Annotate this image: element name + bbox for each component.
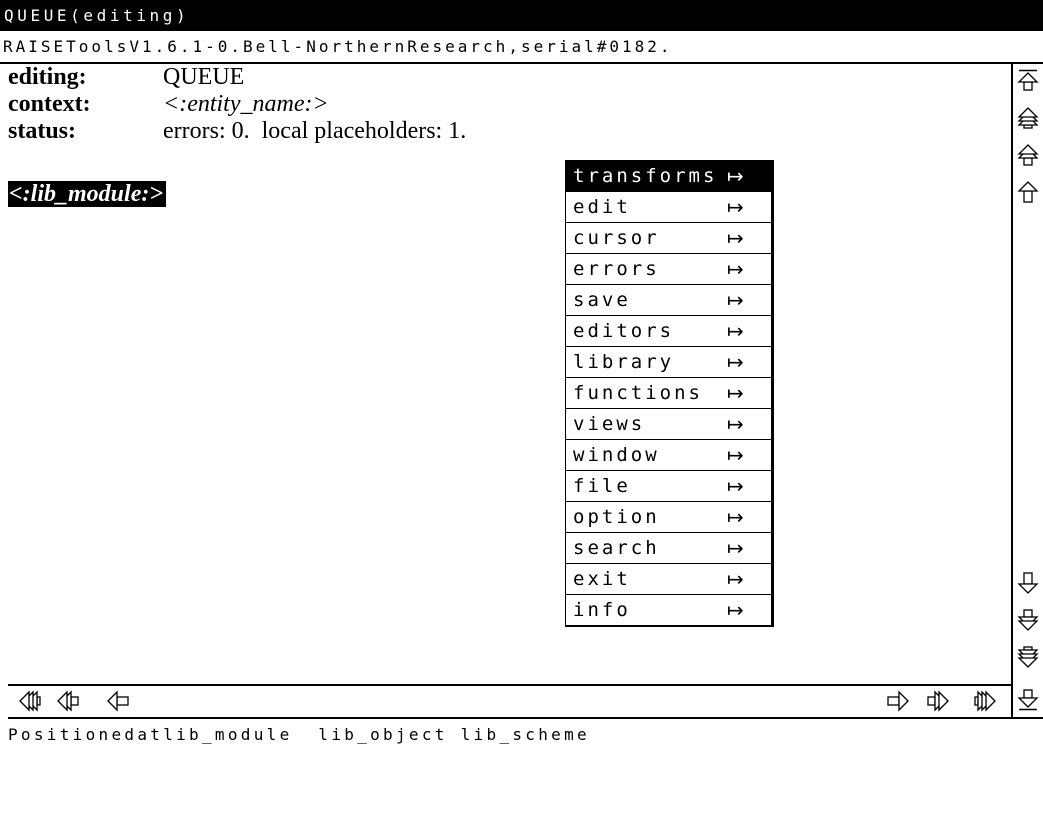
menu-item-label: save bbox=[573, 289, 631, 311]
submenu-arrow-icon: ↦ bbox=[727, 412, 744, 436]
submenu-arrow-icon: ↦ bbox=[727, 319, 744, 343]
menu-item-window[interactable]: window ↦ bbox=[566, 440, 771, 471]
menu-item-label: transforms bbox=[573, 165, 718, 187]
menu-item-label: cursor bbox=[573, 227, 660, 249]
submenu-arrow-icon: ↦ bbox=[727, 598, 744, 622]
menu-item-label: editors bbox=[573, 320, 675, 342]
menu-item-transforms[interactable]: transforms ↦ bbox=[566, 161, 771, 192]
submenu-arrow-icon: ↦ bbox=[727, 567, 744, 591]
menu-item-label: edit bbox=[573, 196, 631, 218]
triple-left-arrow-icon[interactable] bbox=[19, 690, 41, 712]
submenu-arrow-icon: ↦ bbox=[727, 381, 744, 405]
menu-item-exit[interactable]: exit ↦ bbox=[566, 564, 771, 595]
double-down-arrow-icon[interactable] bbox=[1017, 609, 1039, 631]
menu-item-label: errors bbox=[573, 258, 660, 280]
window-title-bar[interactable]: QUEUE(editing) bbox=[0, 0, 1043, 31]
message-pane: Positionedatlib_module lib_object lib_sc… bbox=[8, 719, 1043, 834]
menu-item-search[interactable]: search ↦ bbox=[566, 533, 771, 564]
menu-item-cursor[interactable]: cursor ↦ bbox=[566, 223, 771, 254]
submenu-arrow-icon: ↦ bbox=[727, 350, 744, 374]
submenu-arrow-icon: ↦ bbox=[727, 226, 744, 250]
editor-pane[interactable]: editing: QUEUE context: <:entity_name:> … bbox=[8, 64, 1011, 684]
submenu-arrow-icon: ↦ bbox=[727, 257, 744, 281]
down-arrow-icon[interactable] bbox=[1017, 572, 1039, 594]
triple-down-arrow-icon[interactable] bbox=[1017, 646, 1039, 668]
editing-row: editing: QUEUE bbox=[8, 64, 708, 91]
message-text: Positionedatlib_module lib_object lib_sc… bbox=[8, 725, 590, 744]
submenu-arrow-icon: ↦ bbox=[727, 195, 744, 219]
triple-right-arrow-icon[interactable] bbox=[974, 690, 996, 712]
window-title: QUEUE(editing) bbox=[4, 6, 190, 25]
menu-item-label: search bbox=[573, 537, 660, 559]
version-text: RAISEToolsV1.6.1-0.Bell-NorthernResearch… bbox=[3, 37, 673, 56]
menu-item-label: option bbox=[573, 506, 660, 528]
menu-item-file[interactable]: file ↦ bbox=[566, 471, 771, 502]
submenu-arrow-icon: ↦ bbox=[727, 443, 744, 467]
horizontal-scrollbar[interactable] bbox=[8, 684, 1011, 717]
context-label: context: bbox=[8, 91, 91, 117]
up-arrow-icon[interactable] bbox=[1017, 181, 1039, 203]
status-label: status: bbox=[8, 118, 77, 144]
submenu-arrow-icon: ↦ bbox=[727, 505, 744, 529]
scroll-to-top-icon[interactable] bbox=[1017, 69, 1039, 91]
version-banner: RAISEToolsV1.6.1-0.Bell-NorthernResearch… bbox=[0, 31, 1043, 64]
vertical-scrollbar[interactable] bbox=[1011, 64, 1043, 717]
status-value: errors: 0. local placeholders: 1. bbox=[163, 118, 467, 144]
menu-item-functions[interactable]: functions ↦ bbox=[566, 378, 771, 409]
lib-module-placeholder[interactable]: <:lib_module:> bbox=[8, 181, 167, 207]
submenu-arrow-icon: ↦ bbox=[727, 536, 744, 560]
editing-value: QUEUE bbox=[163, 64, 245, 90]
menu-item-label: functions bbox=[573, 382, 703, 404]
double-right-arrow-icon[interactable] bbox=[927, 690, 949, 712]
menu-item-option[interactable]: option ↦ bbox=[566, 502, 771, 533]
menu-item-editors[interactable]: editors ↦ bbox=[566, 316, 771, 347]
scroll-to-bottom-icon[interactable] bbox=[1017, 689, 1039, 711]
submenu-arrow-icon: ↦ bbox=[727, 474, 744, 498]
menu-item-errors[interactable]: errors ↦ bbox=[566, 254, 771, 285]
menu-item-library[interactable]: library ↦ bbox=[566, 347, 771, 378]
triple-up-arrow-icon[interactable] bbox=[1017, 107, 1039, 129]
menu-item-label: window bbox=[573, 444, 660, 466]
menu-item-edit[interactable]: edit ↦ bbox=[566, 192, 771, 223]
double-left-arrow-icon[interactable] bbox=[57, 690, 79, 712]
editing-label: editing: bbox=[8, 64, 87, 90]
context-value: <:entity_name:> bbox=[163, 91, 329, 117]
submenu-arrow-icon: ↦ bbox=[727, 288, 744, 312]
command-menu: transforms ↦ edit ↦ cursor ↦ errors ↦ save ↦ … bbox=[565, 160, 774, 627]
context-row: context: <:entity_name:> bbox=[8, 91, 708, 118]
menu-item-label: exit bbox=[573, 568, 631, 590]
menu-item-label: views bbox=[573, 413, 646, 435]
menu-item-label: file bbox=[573, 475, 631, 497]
menu-item-label: library bbox=[573, 351, 675, 373]
menu-item-label: info bbox=[573, 599, 631, 621]
menu-item-views[interactable]: views ↦ bbox=[566, 409, 771, 440]
submenu-arrow-icon: ↦ bbox=[727, 164, 744, 188]
menu-item-save[interactable]: save ↦ bbox=[566, 285, 771, 316]
menu-item-info[interactable]: info ↦ bbox=[566, 595, 771, 625]
right-arrow-icon[interactable] bbox=[887, 690, 909, 712]
double-up-arrow-icon[interactable] bbox=[1017, 144, 1039, 166]
status-row: status: errors: 0. local placeholders: 1… bbox=[8, 118, 708, 145]
left-arrow-icon[interactable] bbox=[107, 690, 129, 712]
